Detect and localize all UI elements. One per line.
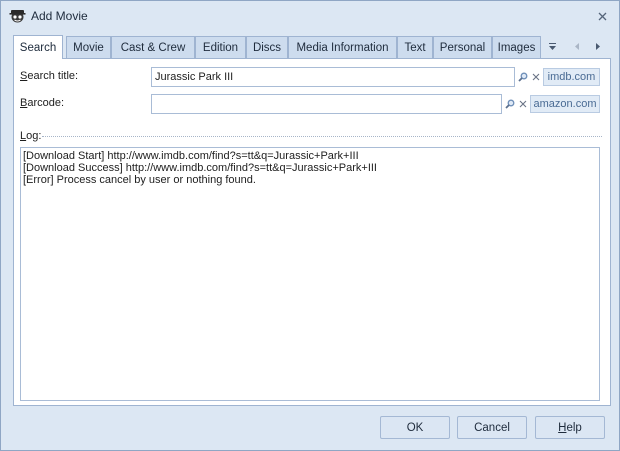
tab-images[interactable]: Images bbox=[492, 36, 541, 58]
tab-label: Edition bbox=[202, 41, 239, 54]
app-logo-icon bbox=[9, 10, 26, 23]
log-line: [Error] Process cancel by user or nothin… bbox=[23, 174, 256, 186]
provider-label: imdb.com bbox=[547, 71, 596, 83]
barcode-clear-button[interactable] bbox=[516, 96, 529, 112]
tab-label: Media Information bbox=[296, 41, 389, 54]
log-line: [Download Success] http://www.imdb.com/f… bbox=[23, 162, 377, 174]
tab-label: Movie bbox=[73, 41, 104, 54]
log-line: [Download Start] http://www.imdb.com/fin… bbox=[23, 150, 359, 162]
imdb-provider-button[interactable]: imdb.com bbox=[543, 68, 600, 86]
tab-label: Personal bbox=[439, 41, 486, 54]
help-mnemonic: H bbox=[558, 421, 567, 434]
barcode-input[interactable] bbox=[151, 94, 502, 114]
cancel-button[interactable]: Cancel bbox=[457, 416, 527, 439]
barcode-search-button[interactable] bbox=[503, 96, 516, 112]
close-x-icon bbox=[598, 12, 606, 20]
tab-label: Cast & Crew bbox=[120, 41, 186, 54]
search-title-clear-button[interactable] bbox=[529, 69, 542, 85]
search-title-input[interactable] bbox=[151, 67, 515, 87]
tab-text[interactable]: Text bbox=[397, 36, 433, 58]
magnifier-icon bbox=[504, 99, 514, 109]
clear-x-icon bbox=[532, 73, 539, 81]
amazon-provider-button[interactable]: amazon.com bbox=[530, 95, 600, 113]
add-movie-dialog: Add Movie Search Movie Cast & Crew Editi… bbox=[0, 0, 620, 451]
title-bar: Add Movie bbox=[1, 1, 619, 31]
chevron-right-icon bbox=[596, 42, 600, 50]
help-label: elp bbox=[566, 421, 582, 434]
tab-label: Search bbox=[19, 41, 57, 54]
provider-label: amazon.com bbox=[533, 98, 597, 110]
tab-search[interactable]: Search bbox=[13, 35, 63, 59]
search-title-search-button[interactable] bbox=[516, 69, 529, 85]
tab-scroll-left-button[interactable] bbox=[569, 38, 585, 54]
tab-discs[interactable]: Discs bbox=[246, 36, 288, 58]
tab-cast-crew[interactable]: Cast & Crew bbox=[111, 36, 195, 58]
tab-strip: Search Movie Cast & Crew Edition Discs M… bbox=[13, 35, 611, 59]
ok-button[interactable]: OK bbox=[380, 416, 450, 439]
clear-x-icon bbox=[519, 100, 526, 108]
search-tab-panel: Search title: imdb.com Barcode: bbox=[13, 58, 611, 406]
log-textarea[interactable]: [Download Start] http://www.imdb.com/fin… bbox=[20, 147, 600, 401]
tab-media-information[interactable]: Media Information bbox=[288, 36, 397, 58]
tab-scroll-right-button[interactable] bbox=[590, 38, 606, 54]
tab-label: Discs bbox=[252, 41, 282, 54]
chevron-left-icon bbox=[575, 42, 579, 50]
search-title-label: Search title: bbox=[20, 70, 79, 82]
tab-label: Images bbox=[497, 41, 536, 54]
log-divider bbox=[42, 136, 602, 137]
magnifier-icon bbox=[517, 72, 527, 82]
close-button[interactable] bbox=[595, 9, 609, 23]
barcode-label: Barcode: bbox=[20, 97, 65, 109]
tab-personal[interactable]: Personal bbox=[433, 36, 492, 58]
window-title: Add Movie bbox=[31, 9, 88, 23]
help-button[interactable]: Help bbox=[535, 416, 605, 439]
tab-label: Text bbox=[404, 41, 426, 54]
tab-list-button[interactable] bbox=[544, 38, 560, 54]
tab-movie[interactable]: Movie bbox=[66, 36, 111, 58]
tab-edition[interactable]: Edition bbox=[195, 36, 246, 58]
dropdown-arrow-icon bbox=[548, 42, 556, 50]
log-label: Log: bbox=[20, 130, 42, 142]
